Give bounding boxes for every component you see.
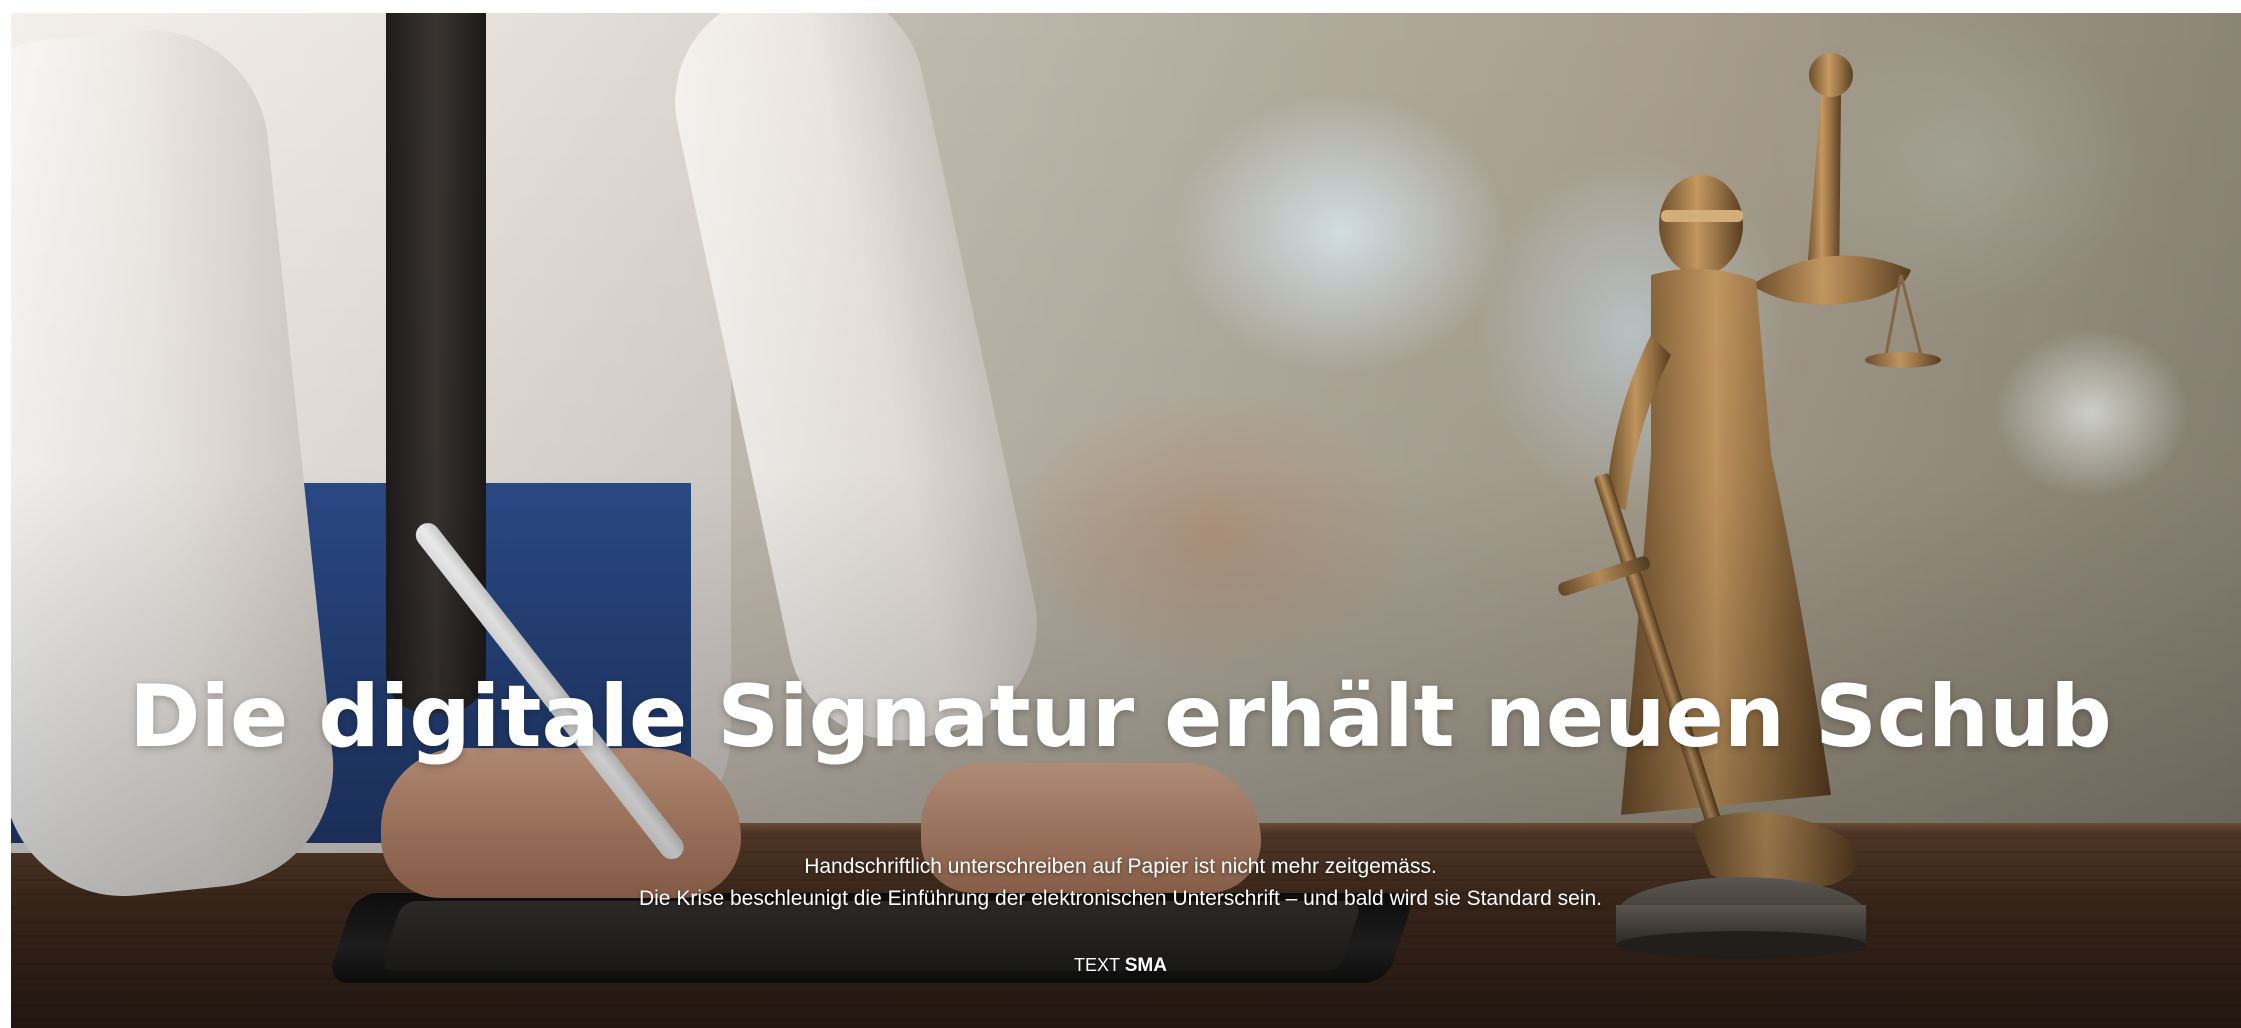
byline-prefix: TEXT — [1074, 955, 1120, 975]
lead-line-1: Handschriftlich unterschreiben auf Papie… — [804, 855, 1437, 878]
byline-author: SMA — [1124, 955, 1167, 976]
article-headline: Die digitale Signatur erhält neuen Schub — [129, 667, 2112, 767]
byline: TEXT SMA — [0, 952, 2241, 979]
lead-line-2: Die Krise beschleunigt die Einführung de… — [638, 887, 1603, 910]
article-lead: Handschriftlich unterschreiben auf Papie… — [0, 851, 2241, 915]
